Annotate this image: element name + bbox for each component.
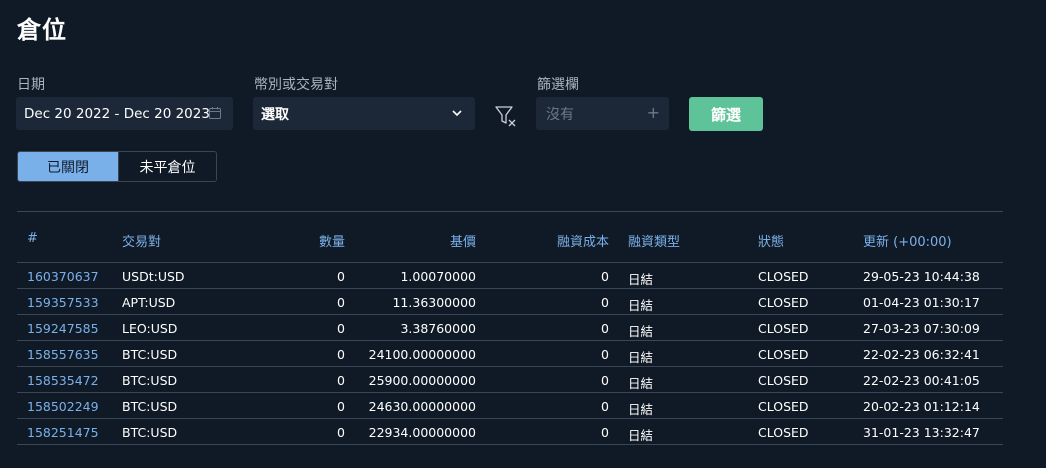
- cell-updated: 29-05-23 10:44:38: [863, 269, 980, 284]
- pair-select[interactable]: 選取: [253, 97, 475, 130]
- cell-status: CLOSED: [758, 373, 809, 388]
- cell-amount: 0: [337, 399, 345, 414]
- header-funding-cost: 融資成本: [556, 235, 609, 250]
- cell-id[interactable]: 159357533: [27, 295, 99, 310]
- cell-funding-type: 日結: [628, 428, 654, 443]
- table-row: 159357533 APT:USD 0 11.36300000 0 日結 CLOSED 01-…: [17, 289, 1003, 315]
- cell-pair: LEO:USD: [122, 321, 178, 336]
- header-base: 基價: [449, 235, 476, 250]
- cell-amount: 0: [337, 425, 345, 440]
- cell-base-price: 24100.00000000: [368, 347, 476, 362]
- header-amount: 數量: [318, 235, 345, 250]
- cell-amount: 0: [337, 373, 345, 388]
- apply-filter-button[interactable]: 篩選: [689, 97, 763, 131]
- header-status: 狀態: [758, 235, 785, 250]
- cell-funding-type: 日結: [628, 298, 654, 313]
- table-row: 159247585 LEO:USD 0 3.38760000 0 日結 CLOSED 27-0…: [17, 315, 1003, 341]
- cell-status: CLOSED: [758, 399, 809, 414]
- positions-page: 倉位 日期 幣別或交易對 篩選欄 Dec 20 2022 - Dec 20 20…: [0, 0, 1046, 468]
- tab-closed[interactable]: 已關閉: [18, 152, 118, 181]
- cell-funding-type: 日結: [628, 272, 654, 287]
- position-status-toggle: 已關閉 未平倉位: [17, 151, 217, 182]
- cell-id[interactable]: 159247585: [27, 321, 99, 336]
- cell-funding-cost: 0: [601, 373, 609, 388]
- table-body: 160370637 USDt:USD 0 1.00070000 0 日結 CLOSED 29-…: [17, 263, 1003, 445]
- cell-pair: BTC:USD: [122, 373, 178, 388]
- header-id: #: [27, 231, 38, 246]
- cell-base-price: 22934.00000000: [368, 425, 476, 440]
- cell-amount: 0: [337, 347, 345, 362]
- filter-clear-icon[interactable]: [494, 104, 518, 128]
- cell-updated: 27-03-23 07:30:09: [863, 321, 980, 336]
- cell-base-price: 3.38760000: [400, 321, 476, 336]
- date-label: 日期: [17, 77, 45, 93]
- cell-funding-cost: 0: [601, 269, 609, 284]
- header-updated: 更新 (+00:00): [863, 235, 952, 250]
- date-range-picker[interactable]: Dec 20 2022 - Dec 20 2023: [16, 97, 233, 130]
- cell-id[interactable]: 158502249: [27, 399, 99, 414]
- calendar-icon: [209, 107, 221, 119]
- column-filter-input[interactable]: 沒有 +: [536, 97, 669, 130]
- cell-status: CLOSED: [758, 269, 809, 284]
- cell-status: CLOSED: [758, 425, 809, 440]
- cell-pair: BTC:USD: [122, 399, 178, 414]
- header-pair: 交易對: [122, 235, 162, 250]
- cell-base-price: 24630.00000000: [368, 399, 476, 414]
- page-title: 倉位: [17, 16, 67, 44]
- column-filter-placeholder: 沒有: [546, 106, 574, 123]
- cell-updated: 01-04-23 01:30:17: [863, 295, 980, 310]
- cell-status: CLOSED: [758, 321, 809, 336]
- column-filter-label: 篩選欄: [537, 77, 579, 93]
- cell-funding-type: 日結: [628, 350, 654, 365]
- plus-icon[interactable]: +: [647, 103, 660, 122]
- cell-funding-type: 日結: [628, 402, 654, 417]
- cell-funding-cost: 0: [601, 425, 609, 440]
- cell-funding-cost: 0: [601, 295, 609, 310]
- cell-id[interactable]: 158251475: [27, 425, 99, 440]
- cell-base-price: 25900.00000000: [368, 373, 476, 388]
- cell-pair: BTC:USD: [122, 347, 178, 362]
- cell-funding-cost: 0: [601, 321, 609, 336]
- cell-funding-cost: 0: [601, 347, 609, 362]
- date-range-value: Dec 20 2022 - Dec 20 2023: [24, 105, 210, 122]
- header-funding-type: 融資類型: [628, 235, 681, 250]
- cell-amount: 0: [337, 269, 345, 284]
- table-row: 158535472 BTC:USD 0 25900.00000000 0 日結 CLOSED…: [17, 367, 1003, 393]
- cell-updated: 31-01-23 13:32:47: [863, 425, 980, 440]
- pair-label: 幣別或交易對: [254, 77, 338, 93]
- cell-base-price: 11.36300000: [392, 295, 476, 310]
- table-row: 160370637 USDt:USD 0 1.00070000 0 日結 CLOSED 29-…: [17, 263, 1003, 289]
- table-row: 158502249 BTC:USD 0 24630.00000000 0 日結 CLOSED…: [17, 393, 1003, 419]
- cell-amount: 0: [337, 295, 345, 310]
- cell-updated: 22-02-23 00:41:05: [863, 373, 980, 388]
- cell-status: CLOSED: [758, 347, 809, 362]
- cell-pair: APT:USD: [122, 295, 176, 310]
- table-row: 158557635 BTC:USD 0 24100.00000000 0 日結 CLOSED…: [17, 341, 1003, 367]
- cell-updated: 20-02-23 01:12:14: [863, 399, 980, 414]
- chevron-down-icon: [452, 110, 462, 117]
- table-row: 158251475 BTC:USD 0 22934.00000000 0 日結 CLOSED…: [17, 419, 1003, 445]
- cell-base-price: 1.00070000: [400, 269, 476, 284]
- cell-id[interactable]: 158535472: [27, 373, 99, 388]
- cell-updated: 22-02-23 06:32:41: [863, 347, 980, 362]
- cell-pair: BTC:USD: [122, 425, 178, 440]
- cell-id[interactable]: 158557635: [27, 347, 99, 362]
- cell-funding-type: 日結: [628, 324, 654, 339]
- cell-amount: 0: [337, 321, 345, 336]
- cell-status: CLOSED: [758, 295, 809, 310]
- table-header: # 交易對 數量 基價 融資成本 融資類型 狀態 更新 (+00:00): [17, 212, 1003, 263]
- tab-open-positions[interactable]: 未平倉位: [118, 152, 216, 181]
- cell-pair: USDt:USD: [122, 269, 185, 284]
- positions-table: # 交易對 數量 基價 融資成本 融資類型 狀態 更新 (+00:00) 160…: [17, 211, 1003, 445]
- cell-funding-type: 日結: [628, 376, 654, 391]
- pair-select-value: 選取: [261, 106, 289, 123]
- cell-funding-cost: 0: [601, 399, 609, 414]
- cell-id[interactable]: 160370637: [27, 269, 99, 284]
